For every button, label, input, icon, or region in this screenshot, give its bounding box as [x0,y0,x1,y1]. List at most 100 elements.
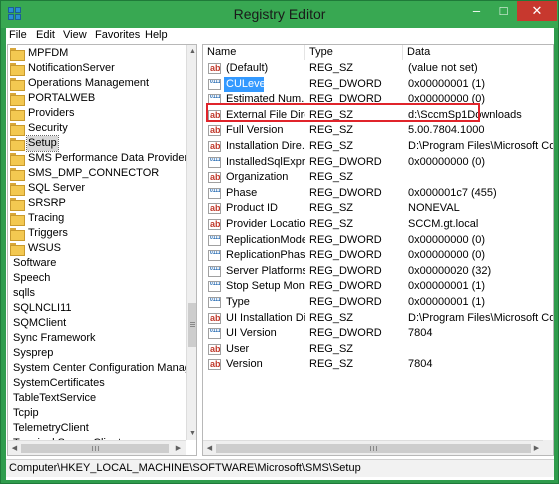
registry-value-row[interactable]: 011110 Estimated Num... REG_DWORD 0x0000000… [203,92,553,107]
tree-item-label: Software [13,257,57,269]
tree-item-label: SRSRP [28,197,66,209]
scroll-down-icon[interactable]: ▼ [187,428,196,439]
dword-value-icon: 011110 [208,265,221,277]
value-data: 5.00.7804.1000 [408,124,485,137]
dword-value-icon: 011110 [208,187,221,199]
value-name: Type [226,296,250,308]
scroll-up-icon[interactable]: ▲ [187,46,196,57]
dword-value-icon: 011110 [208,297,221,308]
value-type: REG_DWORD [309,155,382,168]
registry-value-row[interactable]: 011110 ReplicationMode REG_DWORD 0x00000000… [203,233,553,248]
registry-tree[interactable]: MPFDM NotificationServer Operations Manage… [7,44,197,456]
close-button[interactable]: ✕ [517,1,557,21]
registry-value-row[interactable]: ab Installation Dire... REG_SZ D:\Program F… [203,139,554,154]
folder-icon [10,108,25,121]
registry-value-row[interactable]: 011110 ReplicationPhase REG_DWORD 0x0000000… [203,248,553,263]
value-type: REG_DWORD [309,296,382,308]
tree-item-label: NotificationServer [28,62,115,74]
value-data: 0x00000001 (1) [408,280,486,293]
value-name: Organization [226,171,289,184]
registry-value-row[interactable]: ab Provider Location REG_SZ SCCM.gt.local [203,217,553,232]
value-data: D:\Program Files\Microsoft Con [408,140,554,152]
tree-item-label: System Center Configuration Manager [13,362,197,374]
values-horizontal-scrollbar[interactable]: ◀ ▶ [203,440,543,455]
tree-item-label: WSUS [28,242,61,254]
menu-favorites[interactable]: Favorites [95,29,140,41]
folder-icon [10,198,25,211]
scroll-right-icon[interactable]: ▶ [531,443,542,454]
registry-value-row[interactable]: ab Version REG_SZ 7804 [203,357,553,372]
tree-scroll-thumb[interactable] [188,303,196,347]
tree-item-label: Providers [28,107,75,119]
tree-vertical-scrollbar[interactable]: ▲ ▼ [186,45,196,440]
column-header-data[interactable]: Data [403,45,553,60]
menu-help[interactable]: Help [145,29,168,41]
scroll-left-icon[interactable]: ◀ [9,443,20,454]
registry-value-row[interactable]: ab Full Version REG_SZ 5.00.7804.1000 [203,123,553,138]
minimize-button[interactable]: – [463,1,490,21]
value-data: 0x00000001 (1) [408,77,486,90]
values-scroll-thumb[interactable] [216,444,531,453]
value-data: 0x00000000 (0) [408,155,486,168]
folder-icon [10,63,25,76]
registry-value-row[interactable]: 011110CULevel REG_DWORD 0x00000001 (1) [203,76,553,92]
resize-grip [543,440,553,455]
value-type: REG_DWORD [309,264,382,277]
string-value-icon: ab [208,203,221,215]
tree-horizontal-scrollbar[interactable]: ◀ ▶ [8,440,186,455]
dword-value-icon: 011110 [208,156,221,168]
registry-value-row[interactable]: ab UI Installation Di... REG_SZ D:\Program … [203,311,553,326]
folder-icon [10,93,25,106]
title-bar[interactable]: Registry Editor – □ ✕ [1,1,558,28]
column-header-name[interactable]: Name [203,45,305,60]
registry-value-row[interactable]: ab Product ID REG_SZ NONEVAL [203,201,553,216]
scroll-left-icon[interactable]: ◀ [204,443,215,454]
value-type: REG_SZ [309,218,354,230]
tree-item-label: SystemCertificates [13,377,105,389]
tree-item-label: Sync Framework [13,332,96,344]
tree-h-scroll-thumb[interactable] [21,444,169,453]
value-name: Provider Location [226,218,305,230]
string-value-icon: ab [208,312,221,324]
menu-bar: File Edit View Favorites Help [6,28,554,43]
value-data: 7804 [408,358,433,371]
value-data: 0x00000000 (0) [408,93,486,106]
registry-value-row[interactable]: 011110 Phase REG_DWORD 0x000001c7 (455) [203,186,553,201]
tree-item-label: TelemetryClient [13,422,89,434]
client-area: File Edit View Favorites Help MPFDM Notif… [6,28,554,480]
value-name: Installation Dire... [226,140,305,152]
tree-item-label: MPFDM [28,47,69,59]
values-list[interactable]: Name Type Data ab (Default) REG_SZ (value n… [202,44,554,456]
scroll-right-icon[interactable]: ▶ [173,443,184,454]
tree-item-label: Setup [26,135,59,152]
string-value-icon: ab [208,125,221,137]
registry-value-row[interactable]: 011110 UI Version REG_DWORD 7804 [203,326,553,341]
tree-item-label: Tracing [28,212,65,224]
registry-value-row[interactable]: ab (Default) REG_SZ (value not set) [203,61,553,76]
value-type: REG_SZ [309,358,354,371]
value-type: REG_SZ [309,202,354,215]
tree-item-label: Triggers [28,227,68,239]
folder-icon [10,228,25,241]
value-type: REG_SZ [309,124,354,137]
maximize-button[interactable]: □ [490,1,517,21]
registry-value-row[interactable]: 011110 Stop Setup Mon... REG_DWORD 0x000000… [203,279,553,294]
menu-view[interactable]: View [63,29,87,41]
registry-value-row[interactable]: 011110 InstalledSqlExpr... REG_DWORD 0x0000… [203,155,553,170]
value-name: Full Version [226,124,284,137]
string-value-icon: ab [208,172,221,184]
value-data: 7804 [408,327,433,340]
registry-value-row[interactable]: 011110 Server Platforms REG_DWORD 0x0000002… [203,264,553,279]
value-type: REG_DWORD [309,233,382,246]
registry-value-row[interactable]: ab Organization REG_SZ [203,170,553,185]
value-data: SCCM.gt.local [408,218,479,230]
column-header-type[interactable]: Type [305,45,403,60]
registry-value-row[interactable]: ab User REG_SZ [203,342,553,357]
value-type: REG_DWORD [309,327,382,340]
menu-file[interactable]: File [9,29,27,41]
dword-value-icon: 011110 [208,234,221,246]
registry-value-row[interactable]: 011110 Type REG_DWORD 0x00000001 (1) [203,295,553,310]
registry-value-row[interactable]: ab External File Dire... REG_SZ d:\SccmSp1D… [203,108,553,123]
value-type: REG_DWORD [309,249,382,262]
menu-edit[interactable]: Edit [36,29,55,41]
